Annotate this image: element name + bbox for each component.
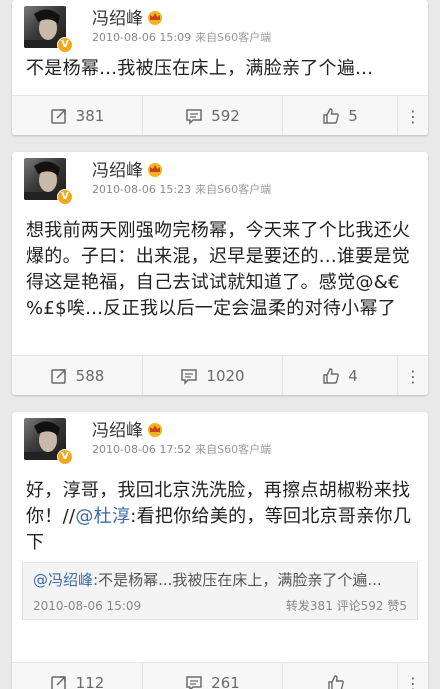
quoted-content: :不是杨幂...我被压在床上，满脸亲了个遍... bbox=[93, 571, 382, 589]
repost-button[interactable]: 112 bbox=[12, 663, 142, 689]
like-button[interactable]: 5 bbox=[282, 96, 397, 135]
repost-count: 381 bbox=[75, 107, 105, 125]
post-header: V 冯绍峰 2010-08-06 15:09 来自S60客户端 bbox=[12, 0, 428, 54]
comment-icon bbox=[181, 369, 198, 385]
verified-badge: V bbox=[57, 189, 73, 205]
post-card: V 冯绍峰 2010-08-06 15:09 来自S60客户端 不是杨幂...我被… bbox=[12, 0, 428, 135]
post-time: 2010-08-06 15:09 bbox=[92, 31, 192, 44]
quoted-meta: 2010-08-06 15:09 转发381 评论592 赞5 bbox=[33, 595, 407, 613]
comment-count: 1020 bbox=[206, 367, 245, 385]
author-name-text[interactable]: 冯绍峰 bbox=[92, 161, 143, 181]
repost-icon bbox=[50, 109, 66, 124]
post-meta: 2010-08-06 15:23 来自S60客户端 bbox=[92, 181, 271, 197]
like-count: 5 bbox=[348, 107, 358, 125]
author-name-text[interactable]: 冯绍峰 bbox=[92, 421, 143, 441]
post-meta: 2010-08-06 17:52 来自S60客户端 bbox=[92, 441, 271, 457]
like-icon bbox=[323, 368, 340, 384]
more-icon: ⋮ bbox=[405, 673, 421, 689]
action-bar: 381 592 5 ⋮ bbox=[12, 95, 428, 135]
comment-icon bbox=[186, 676, 202, 689]
more-icon: ⋮ bbox=[405, 366, 421, 386]
like-icon bbox=[328, 675, 344, 689]
mention-link[interactable]: @杜淳 bbox=[75, 506, 130, 527]
quoted-post[interactable]: @冯绍峰:不是杨幂...我被压在床上，满脸亲了个遍... 2010-08-06 … bbox=[22, 562, 418, 620]
comment-count: 261 bbox=[211, 674, 240, 689]
repost-icon bbox=[50, 676, 66, 689]
comment-icon bbox=[186, 109, 202, 125]
verified-badge: V bbox=[57, 449, 73, 465]
repost-icon bbox=[50, 369, 66, 384]
like-count: 4 bbox=[348, 367, 358, 385]
repost-button[interactable]: 381 bbox=[12, 96, 142, 135]
post-content: 不是杨幂...我被压在床上，满脸亲了个遍... bbox=[26, 58, 374, 79]
post-header: V 冯绍峰 2010-08-06 15:23 来自S60客户端 bbox=[12, 152, 428, 206]
repost-count: 112 bbox=[75, 674, 105, 689]
quoted-stats: 转发381 评论592 赞5 bbox=[285, 599, 407, 613]
author-name[interactable]: 冯绍峰 bbox=[92, 416, 165, 441]
action-bar: 112 261 ⋮ bbox=[12, 662, 428, 689]
post-card: V 冯绍峰 2010-08-06 15:23 来自S60客户端 想我前两天刚强吻完… bbox=[12, 152, 428, 395]
author-name-text[interactable]: 冯绍峰 bbox=[92, 9, 143, 29]
crown-icon bbox=[148, 423, 162, 437]
like-button[interactable] bbox=[282, 663, 397, 689]
more-button[interactable]: ⋮ bbox=[397, 96, 428, 135]
post-source: 来自S60客户端 bbox=[195, 443, 272, 456]
more-button[interactable]: ⋮ bbox=[397, 356, 428, 395]
quoted-text: @冯绍峰:不是杨幂...我被压在床上，满脸亲了个遍... bbox=[33, 569, 407, 591]
crown-icon bbox=[148, 11, 162, 25]
comment-button[interactable]: 261 bbox=[142, 663, 282, 689]
quoted-time: 2010-08-06 15:09 bbox=[33, 599, 142, 613]
like-button[interactable]: 4 bbox=[282, 356, 397, 395]
post-source: 来自S60客户端 bbox=[195, 31, 272, 44]
comment-button[interactable]: 592 bbox=[142, 96, 282, 135]
more-button[interactable]: ⋮ bbox=[397, 663, 428, 689]
repost-count: 588 bbox=[75, 367, 105, 385]
crown-icon bbox=[148, 163, 162, 177]
post-time: 2010-08-06 17:52 bbox=[92, 443, 192, 456]
like-icon bbox=[323, 108, 340, 124]
post-header: V 冯绍峰 2010-08-06 17:52 来自S60客户端 bbox=[12, 412, 428, 466]
repost-button[interactable]: 588 bbox=[12, 356, 142, 395]
author-name[interactable]: 冯绍峰 bbox=[92, 156, 165, 181]
post-content: 好，淳哥，我回北京洗洗脸，再擦点胡椒粉来找你！//@杜淳:看把你给美的，等回北京… bbox=[12, 478, 428, 556]
quoted-author-link[interactable]: @冯绍峰 bbox=[33, 571, 93, 589]
post-meta: 2010-08-06 15:09 来自S60客户端 bbox=[92, 29, 271, 45]
comment-count: 592 bbox=[211, 107, 240, 125]
verified-badge: V bbox=[57, 37, 73, 53]
post-source: 来自S60客户端 bbox=[195, 183, 272, 196]
author-name[interactable]: 冯绍峰 bbox=[92, 4, 165, 29]
post-content: 想我前两天刚强吻完杨幂，今天来了个比我还火爆的。子曰：出来混，迟早是要还的...… bbox=[26, 220, 411, 319]
more-icon: ⋮ bbox=[405, 106, 421, 126]
comment-button[interactable]: 1020 bbox=[142, 356, 282, 395]
action-bar: 588 1020 4 ⋮ bbox=[12, 355, 428, 395]
post-card: V 冯绍峰 2010-08-06 17:52 来自S60客户端 好，淳哥，我回北京… bbox=[12, 412, 428, 689]
post-time: 2010-08-06 15:23 bbox=[92, 183, 192, 196]
